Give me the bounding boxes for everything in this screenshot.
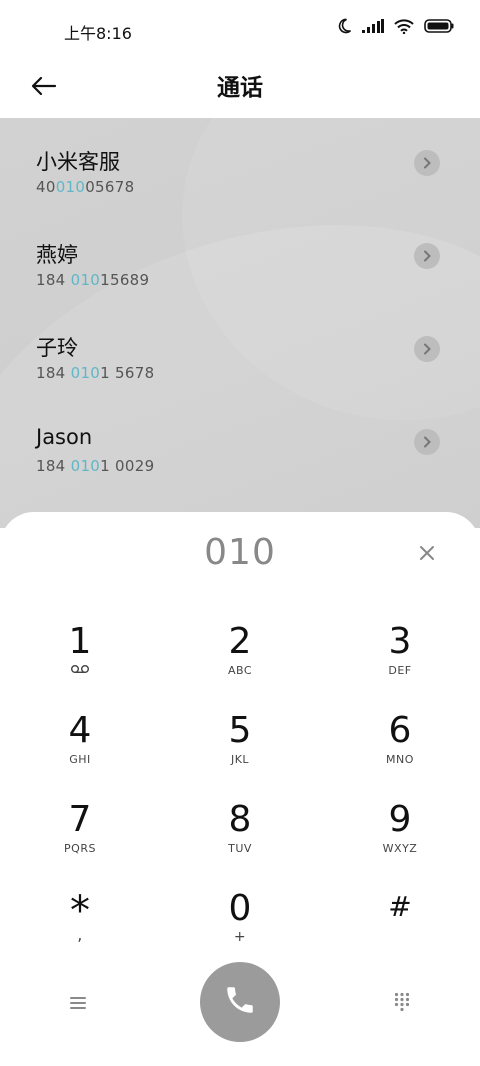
key-letters: WXYZ <box>382 842 418 855</box>
contact-name: 小米客服 <box>36 150 120 174</box>
key-letters: + <box>233 929 247 945</box>
status-bar: 上午8:16 <box>0 0 480 62</box>
key-1[interactable]: 1 <box>20 622 140 702</box>
dialer-sheet: 010 1 2 ABC 3 DEF 4 GHI 5 JKL 6 MNO 7 PQ… <box>0 512 480 1066</box>
search-results: 小米客服 4001005678 燕婷 184 01015689 子玲 184 0… <box>0 118 480 528</box>
key-digit: 9 <box>388 799 412 840</box>
contact-row[interactable]: 小米客服 4001005678 <box>0 118 480 210</box>
contact-name: Jason <box>36 425 93 449</box>
key-letters: DEF <box>388 664 412 677</box>
status-icons <box>336 18 454 34</box>
contact-detail-button[interactable] <box>414 243 440 269</box>
contact-number: 4001005678 <box>36 178 135 196</box>
key-letters: GHI <box>69 753 91 766</box>
key-letters: MNO <box>386 753 414 766</box>
chevron-right-icon <box>422 433 432 452</box>
key-letters: ABC <box>227 664 253 677</box>
chevron-right-icon <box>422 247 432 266</box>
dialpad-icon <box>394 992 410 1016</box>
key-letters: , <box>77 925 83 944</box>
key-6[interactable]: 6 MNO <box>340 711 460 791</box>
key-digit: 2 <box>228 621 252 662</box>
key-digit: # <box>388 890 412 923</box>
key-digit: 5 <box>228 710 252 751</box>
key-digit: 6 <box>388 710 412 751</box>
phone-icon <box>223 983 257 1021</box>
key-3[interactable]: 3 DEF <box>340 622 460 702</box>
dialer-actions <box>0 962 480 1042</box>
dialed-number[interactable]: 010 <box>0 532 480 573</box>
contact-name: 子玲 <box>36 336 78 360</box>
key-7[interactable]: 7 PQRS <box>20 800 140 880</box>
contact-detail-button[interactable] <box>414 429 440 455</box>
chevron-right-icon <box>422 154 432 173</box>
dialpad-toggle-button[interactable] <box>386 988 418 1020</box>
menu-button[interactable] <box>62 988 94 1020</box>
clear-button[interactable] <box>410 538 444 572</box>
key-digit: 1 <box>68 621 92 662</box>
chevron-right-icon <box>422 340 432 359</box>
contact-detail-button[interactable] <box>414 150 440 176</box>
key-4[interactable]: 4 GHI <box>20 711 140 791</box>
battery-icon <box>424 19 454 33</box>
key-8[interactable]: 8 TUV <box>180 800 300 880</box>
call-button[interactable] <box>200 962 280 1042</box>
key-digit: 0 <box>228 888 252 929</box>
key-digit: 7 <box>68 799 92 840</box>
contact-number: 184 0101 5678 <box>36 364 155 382</box>
signal-icon <box>362 19 384 33</box>
page-title: 通话 <box>217 75 263 101</box>
contact-row[interactable]: 子玲 184 0101 5678 <box>0 304 480 396</box>
contact-name: 燕婷 <box>36 243 78 267</box>
key-letters: TUV <box>228 842 252 855</box>
voicemail-icon <box>20 664 140 677</box>
key-letters: PQRS <box>64 842 96 855</box>
key-digit: 4 <box>68 710 92 751</box>
contact-row[interactable]: Jason 184 0101 0029 <box>0 397 480 489</box>
key-hash[interactable]: # <box>340 889 460 969</box>
header: 通话 <box>0 62 480 118</box>
contact-number: 184 01015689 <box>36 271 150 289</box>
key-digit: 8 <box>228 799 252 840</box>
key-letters: JKL <box>230 753 250 766</box>
close-icon <box>419 545 435 565</box>
menu-icon <box>70 995 86 1014</box>
contact-row[interactable]: 燕婷 184 01015689 <box>0 211 480 303</box>
status-time: 上午8:16 <box>64 24 132 43</box>
contact-number: 184 0101 0029 <box>36 457 155 475</box>
key-5[interactable]: 5 JKL <box>180 711 300 791</box>
key-digit: 3 <box>388 621 412 662</box>
wifi-icon <box>394 18 414 34</box>
key-star[interactable]: * , <box>20 889 140 969</box>
key-2[interactable]: 2 ABC <box>180 622 300 702</box>
contact-detail-button[interactable] <box>414 336 440 362</box>
key-9[interactable]: 9 WXYZ <box>340 800 460 880</box>
moon-icon <box>336 18 352 34</box>
key-0[interactable]: 0 + <box>180 889 300 969</box>
